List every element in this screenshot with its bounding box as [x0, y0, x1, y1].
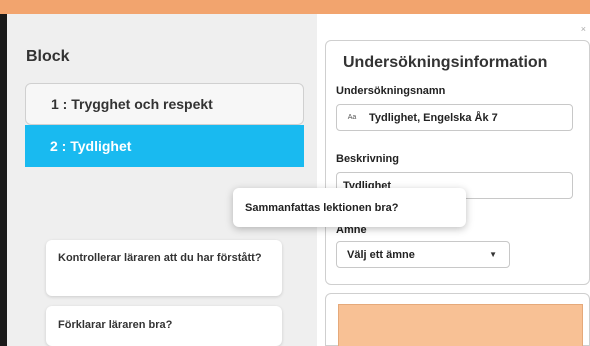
survey-name-value: Tydlighet, Engelska Åk 7 [369, 111, 498, 124]
question-text: Förklarar läraren bra? [58, 319, 173, 331]
description-label: Beskrivning [336, 153, 399, 165]
block-item-label: 1 : Trygghet och respekt [51, 96, 213, 112]
caret-down-icon: ▼ [489, 250, 497, 259]
dragging-question-text: Sammanfattas lektionen bra? [245, 201, 399, 214]
close-icon[interactable]: × [581, 24, 586, 34]
survey-name-label: Undersökningsnamn [336, 85, 446, 97]
survey-info-title: Undersökningsinformation [343, 54, 548, 71]
block-item-1[interactable]: 1 : Trygghet och respekt [25, 83, 304, 125]
top-header-bar [0, 0, 590, 14]
survey-name-input[interactable]: Aa Tydlighet, Engelska Åk 7 [336, 104, 573, 131]
question-text: Kontrollerar läraren att du har förstått… [58, 252, 262, 264]
drop-zone[interactable] [338, 304, 583, 346]
text-type-icon: Aa [347, 114, 357, 121]
block-item-label: 2 : Tydlighet [50, 138, 132, 154]
block-panel-title: Block [26, 48, 70, 65]
subject-select-value: Välj ett ämne [347, 248, 415, 261]
subject-select[interactable]: Välj ett ämne ▼ [336, 241, 510, 268]
question-card[interactable]: Kontrollerar läraren att du har förstått… [46, 240, 282, 296]
dragging-question-card[interactable]: Sammanfattas lektionen bra? [233, 188, 466, 227]
question-card[interactable]: Förklarar läraren bra? [46, 306, 282, 346]
window-edge [0, 14, 7, 346]
block-item-2-active[interactable]: 2 : Tydlighet [25, 125, 304, 167]
